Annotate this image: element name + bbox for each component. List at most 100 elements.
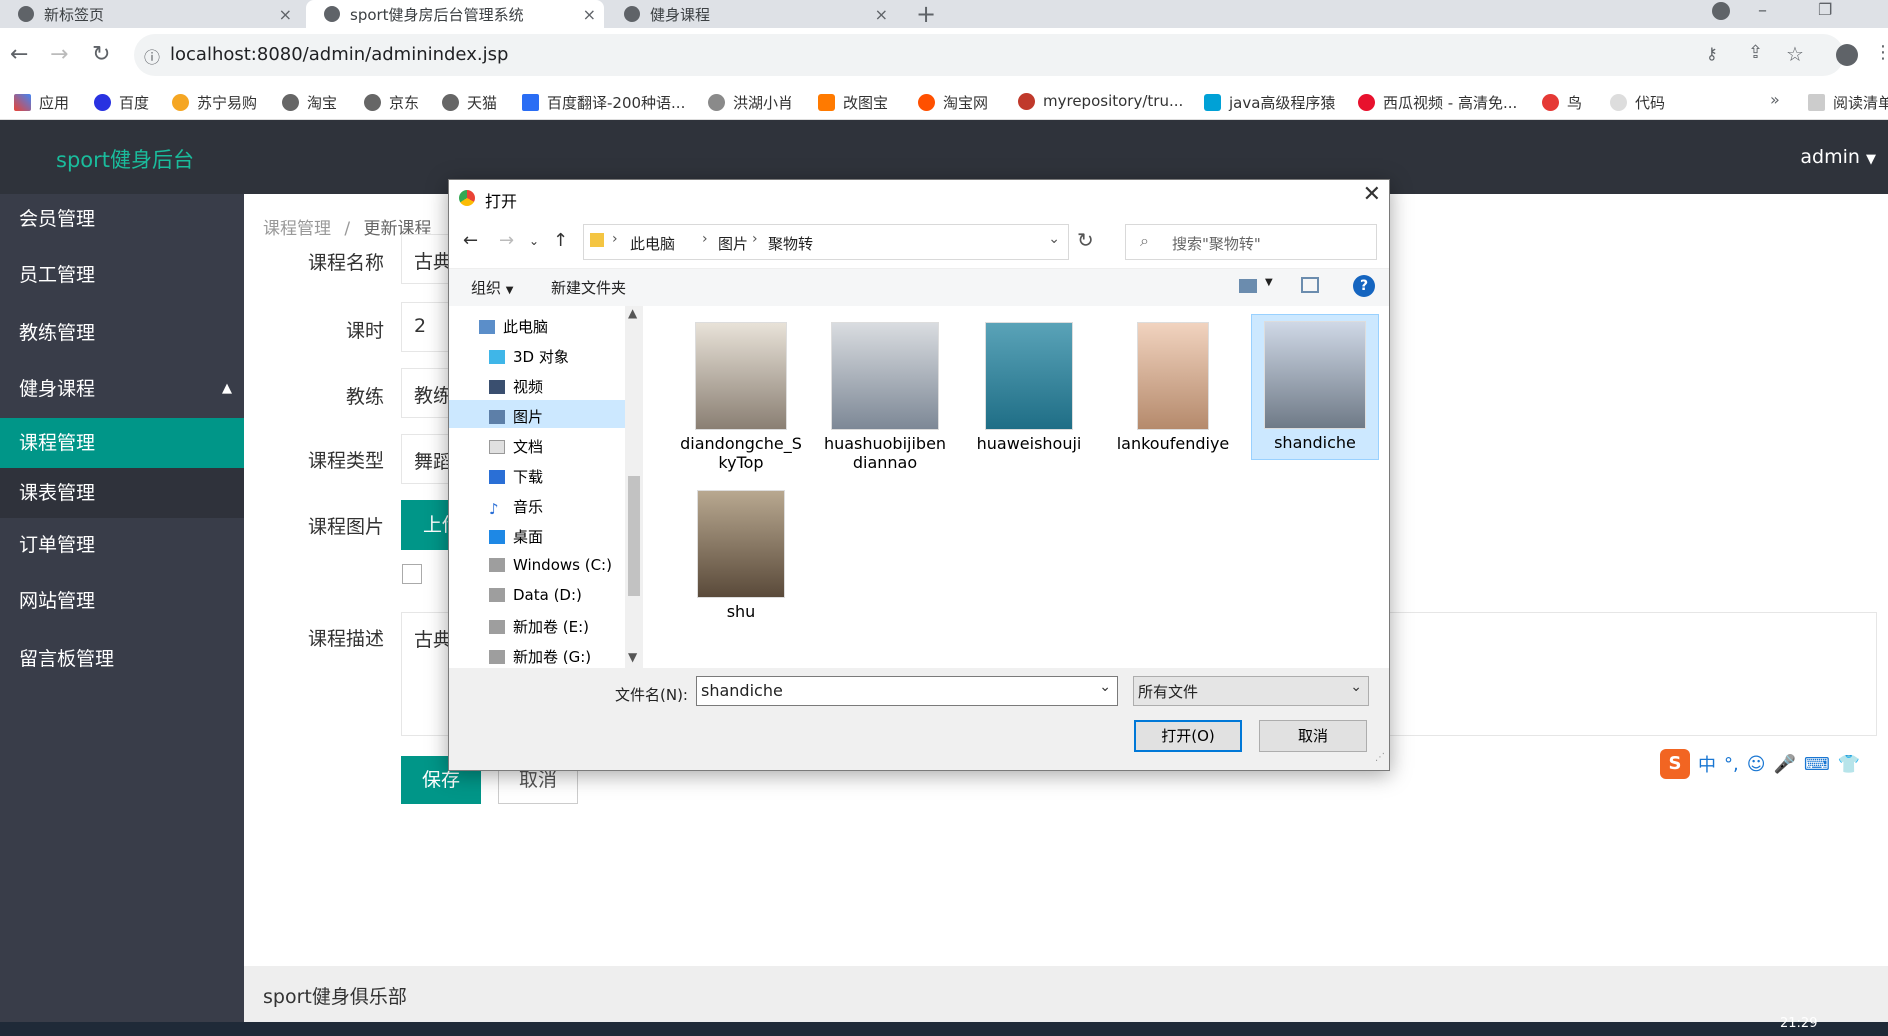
scroll-down-icon[interactable]: ▼ [628, 650, 637, 664]
preview-pane-icon[interactable] [1301, 277, 1319, 293]
nav-drive-e[interactable]: 新加卷 (E:) [489, 616, 589, 637]
tab-new[interactable]: 新标签页 × [0, 0, 300, 28]
bookmark-taobaowang[interactable]: 淘宝网 [918, 92, 988, 113]
bookmark-java[interactable]: java高级程序猿 [1204, 92, 1335, 113]
file-item[interactable]: shu [677, 484, 805, 621]
bookmark-xigua[interactable]: 西瓜视频 - 高清免... [1358, 92, 1517, 113]
path-segment[interactable]: 图片 [718, 233, 748, 254]
nav-downloads[interactable]: 下载 [489, 466, 543, 487]
nav-desktop[interactable]: 桌面 [489, 526, 543, 547]
user-menu[interactable]: admin ▼ [1800, 146, 1876, 168]
resize-grip-icon[interactable]: ⋰ [1375, 752, 1385, 763]
nav-videos[interactable]: 视频 [489, 376, 543, 397]
sidebar-item-courses[interactable]: 健身课程 ▲ [0, 364, 244, 414]
account-icon[interactable] [1836, 44, 1858, 66]
sidebar-item-members[interactable]: 会员管理 [0, 194, 244, 244]
minimize-icon[interactable]: – [1758, 0, 1767, 21]
nav-documents[interactable]: 文档 [489, 436, 543, 457]
filename-input[interactable]: shandiche ⌄ [696, 676, 1118, 706]
bookmark-baidu[interactable]: 百度 [94, 92, 149, 113]
sidebar-item-messages[interactable]: 留言板管理 [0, 634, 244, 684]
nav-pictures[interactable]: 图片 [489, 406, 543, 427]
bookmark-baidu-translate[interactable]: 百度翻译-200种语... [522, 92, 685, 113]
search-input[interactable]: 搜索"聚物转" [1172, 233, 1261, 254]
path-segment[interactable]: 此电脑 [630, 233, 675, 254]
up-icon[interactable]: ↑ [553, 230, 568, 251]
back-icon[interactable]: ← [463, 230, 478, 251]
bookmark-apps[interactable]: 应用 [14, 92, 69, 113]
sidebar-item-coaches[interactable]: 教练管理 [0, 308, 244, 358]
sidebar-item-staff[interactable]: 员工管理 [0, 250, 244, 300]
bookmark-suning[interactable]: 苏宁易购 [172, 92, 257, 113]
course-image-label: 课程图片 [307, 516, 384, 538]
menu-icon[interactable]: ⋮ [1874, 42, 1888, 63]
bookmark-myrepository[interactable]: myrepository/tru... [1018, 92, 1183, 110]
nav-music[interactable]: ♪ 音乐 [489, 496, 543, 518]
nav-this-pc[interactable]: 此电脑 [479, 316, 548, 337]
bookmark-gaitubao[interactable]: 改图宝 [818, 92, 888, 113]
file-item[interactable]: lankoufendiye [1109, 316, 1237, 453]
sidebar-item-course-management[interactable]: 课程管理 [0, 418, 244, 468]
file-item-selected[interactable]: shandiche [1251, 314, 1379, 460]
address-breadcrumb[interactable]: › 此电脑 › 图片 › 聚物转 ⌄ [583, 224, 1069, 260]
file-name: lankoufendiye [1116, 434, 1230, 453]
file-item[interactable]: huashuobijiben diannao [821, 316, 949, 472]
breadcrumb-parent[interactable]: 课程管理 [263, 219, 331, 239]
file-item[interactable]: diandongche_S kyTop [677, 316, 805, 472]
close-icon[interactable]: × [279, 5, 292, 24]
file-item[interactable]: huaweishouji [965, 316, 1093, 453]
ime-toolbar[interactable]: S 中 °, ☺ 🎤 ⌨ 👕 [1660, 746, 1888, 782]
recent-locations-icon[interactable]: ⌄ [529, 234, 539, 248]
file-type-select[interactable]: 所有文件 ⌄ [1133, 676, 1369, 706]
dialog-cancel-button[interactable]: 取消 [1259, 720, 1367, 752]
chevron-down-icon[interactable]: ⌄ [1048, 231, 1060, 247]
share-icon[interactable]: ⇪ [1748, 42, 1763, 63]
search-box[interactable]: ⌕ 搜索"聚物转" [1125, 224, 1377, 260]
forward-icon[interactable]: → [50, 42, 68, 67]
star-icon[interactable]: ☆ [1786, 42, 1804, 66]
new-folder-button[interactable]: 新建文件夹 [551, 277, 626, 298]
bookmark-honghu[interactable]: 洪湖小肖 [708, 92, 793, 113]
caret-down-icon[interactable]: ▼ [1265, 277, 1273, 288]
sidebar-item-schedule[interactable]: 课表管理 [0, 468, 244, 518]
close-icon[interactable]: × [583, 5, 596, 24]
more-bookmarks-icon[interactable]: » [1770, 90, 1780, 109]
nav-drive-c[interactable]: Windows (C:) [489, 556, 612, 574]
reload-icon[interactable]: ↻ [92, 42, 110, 67]
scroll-thumb[interactable] [628, 476, 640, 596]
view-options-icon[interactable] [1239, 279, 1257, 293]
tab-admin[interactable]: sport健身房后台管理系统 × [306, 0, 604, 28]
bookmark-tmall[interactable]: 天猫 [442, 92, 497, 113]
help-icon[interactable]: ? [1353, 275, 1375, 297]
reading-list[interactable]: 阅读清单 [1808, 92, 1888, 113]
close-icon[interactable]: ✕ [1363, 182, 1381, 207]
scroll-up-icon[interactable]: ▲ [628, 306, 637, 320]
brand-logo[interactable]: sport健身后台 [56, 144, 194, 174]
new-tab-icon[interactable]: + [916, 0, 936, 28]
bookmark-jd[interactable]: 京东 [364, 92, 419, 113]
open-button[interactable]: 打开(O) [1134, 720, 1242, 752]
bookmark-taobao[interactable]: 淘宝 [282, 92, 337, 113]
nav-3d-objects[interactable]: 3D 对象 [489, 346, 569, 367]
profile-dropdown-icon[interactable] [1712, 2, 1730, 20]
sidebar-item-website[interactable]: 网站管理 [0, 576, 244, 626]
organize-button[interactable]: 组织 ▼ [471, 277, 514, 298]
close-icon[interactable]: × [875, 5, 888, 24]
nav-drive-g[interactable]: 新加卷 (G:) [489, 646, 591, 667]
bookmark-code[interactable]: 代码 [1610, 92, 1665, 113]
refresh-icon[interactable]: ↻ [1077, 228, 1094, 252]
maximize-icon[interactable]: ❐ [1818, 0, 1832, 19]
path-segment[interactable]: 聚物转 [768, 233, 813, 254]
sidebar-item-orders[interactable]: 订单管理 [0, 520, 244, 570]
nav-scrollbar[interactable]: ▲ ▼ [625, 306, 643, 668]
nav-drive-d[interactable]: Data (D:) [489, 586, 582, 604]
bookmark-niao[interactable]: 鸟 [1542, 92, 1582, 113]
info-icon[interactable]: ⓘ [144, 44, 160, 68]
tab-course[interactable]: 健身课程 × [606, 0, 896, 28]
chevron-down-icon[interactable]: ⌄ [1099, 679, 1111, 695]
url-text[interactable]: localhost:8080/admin/adminindex.jsp [170, 44, 508, 65]
forward-icon[interactable]: → [499, 230, 514, 251]
back-icon[interactable]: ← [10, 42, 28, 67]
key-icon[interactable]: ⚷ [1706, 44, 1718, 63]
app-footer: sport健身俱乐部 [244, 966, 1888, 1022]
